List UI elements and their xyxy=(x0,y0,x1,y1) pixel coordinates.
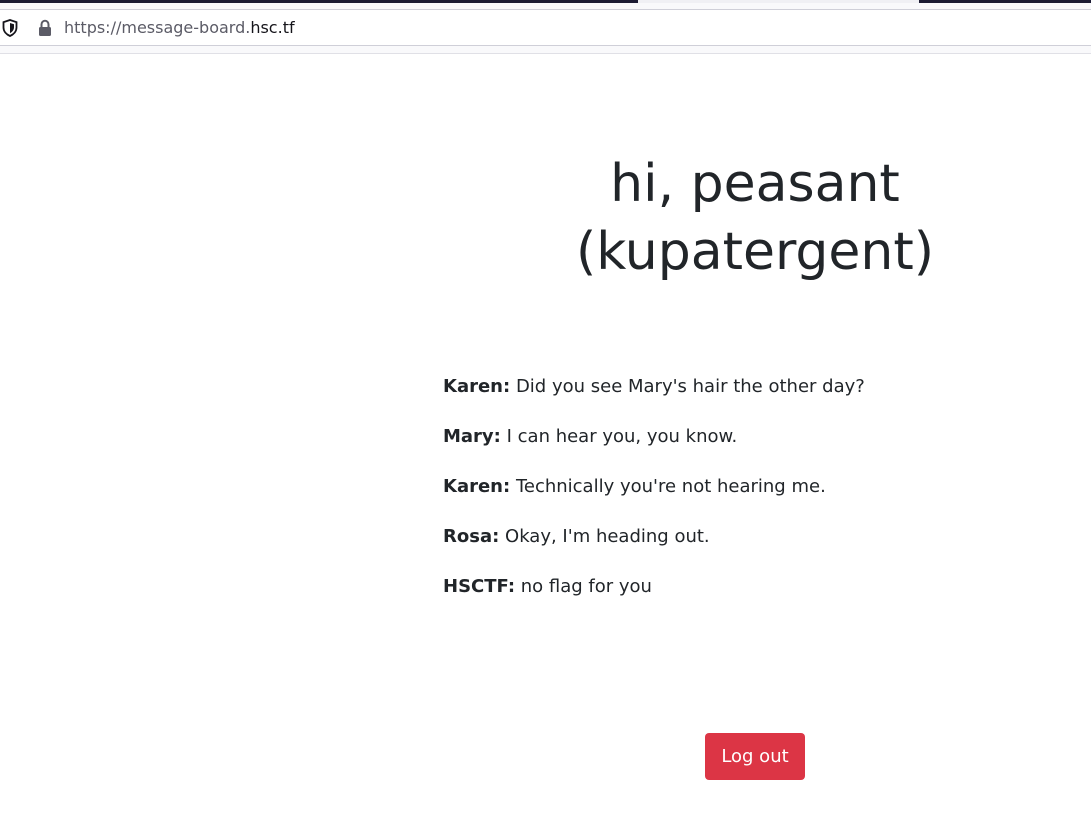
url-host: hsc.tf xyxy=(250,18,295,37)
message-author: Rosa: xyxy=(443,526,500,547)
logout-button[interactable]: Log out xyxy=(705,733,805,780)
lock-icon[interactable] xyxy=(37,19,53,37)
message-item: Rosa: Okay, I'm heading out. xyxy=(443,524,1043,574)
message-text: I can hear you, you know. xyxy=(506,426,738,447)
tracking-protection-shield-icon[interactable] xyxy=(2,19,18,37)
message-text: Did you see Mary's hair the other day? xyxy=(515,376,865,397)
message-item: Karen: Did you see Mary's hair the other… xyxy=(443,374,1043,424)
message-author: HSCTF: xyxy=(443,576,516,597)
message-author: Karen: xyxy=(443,476,511,497)
toolbar-divider xyxy=(0,46,1091,54)
message-text: Technically you're not hearing me. xyxy=(515,476,826,497)
message-item: Karen: Technically you're not hearing me… xyxy=(443,474,1043,524)
message-text: no flag for you xyxy=(520,576,652,597)
message-text: Okay, I'm heading out. xyxy=(505,526,710,547)
message-item: Mary: I can hear you, you know. xyxy=(443,424,1043,474)
message-list: Karen: Did you see Mary's hair the other… xyxy=(443,374,1043,624)
message-author: Mary: xyxy=(443,426,501,447)
url-text[interactable]: https://message-board.hsc.tf xyxy=(64,18,295,37)
page-title: hi, peasant (kupatergent) xyxy=(575,154,935,282)
message-author: Karen: xyxy=(443,376,511,397)
address-bar[interactable]: https://message-board.hsc.tf xyxy=(0,9,1091,46)
url-prefix: https://message-board. xyxy=(64,18,251,37)
message-item: HSCTF: no flag for you xyxy=(443,574,1043,624)
